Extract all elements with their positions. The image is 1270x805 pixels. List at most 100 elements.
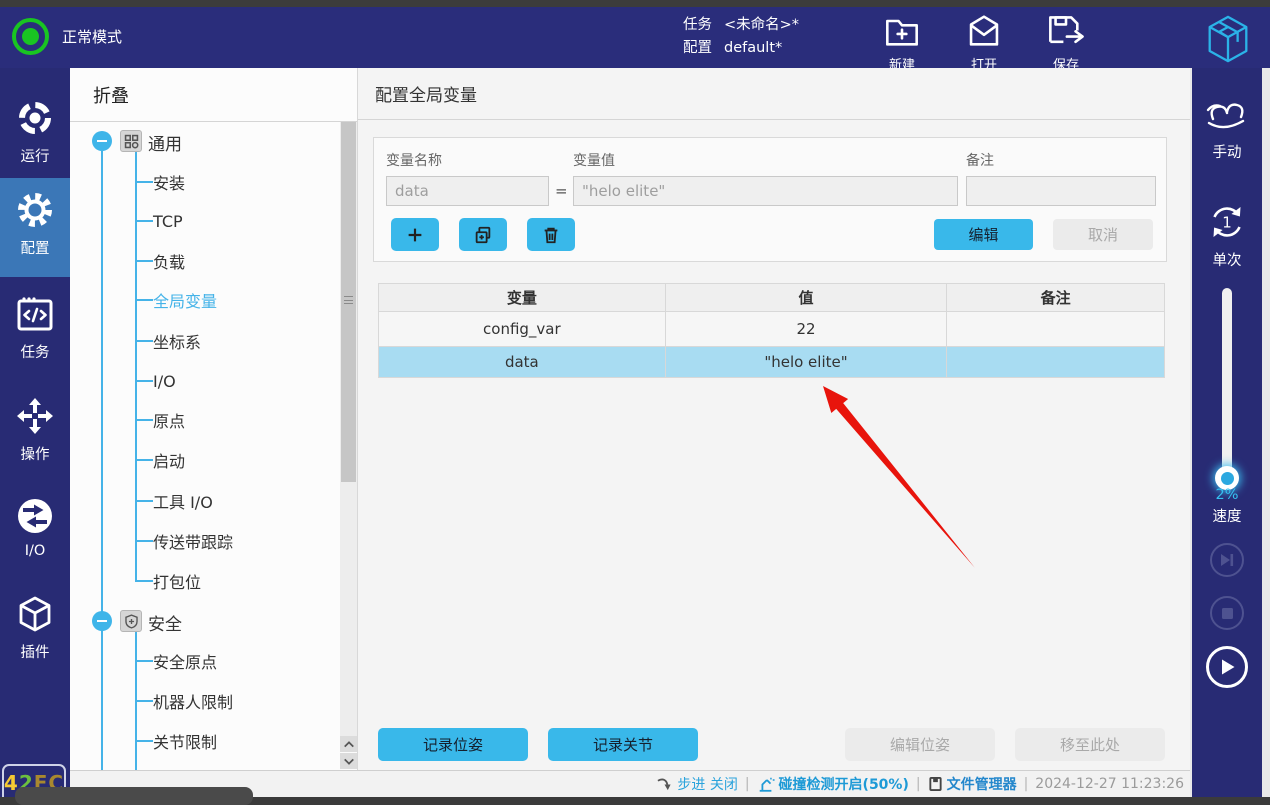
table-row-selected[interactable]: data "helo elite" bbox=[378, 346, 1165, 378]
config-nav-label: 配置 bbox=[20, 241, 50, 257]
tree-item-safe-home[interactable]: 安全原点 bbox=[70, 650, 325, 672]
sidebar-item-plugin[interactable]: 插件 bbox=[0, 594, 70, 662]
add-variable-button[interactable] bbox=[391, 218, 439, 251]
tree-item-label: 坐标系 bbox=[153, 333, 202, 352]
cell-value[interactable]: 22 bbox=[664, 311, 948, 347]
edit-button[interactable]: 编辑 bbox=[934, 219, 1033, 250]
edit-pose-button[interactable]: 编辑位姿 bbox=[845, 728, 995, 761]
name-field-label: 变量名称 bbox=[386, 153, 442, 169]
record-joints-button[interactable]: 记录关节 bbox=[548, 728, 698, 761]
tree-item-label: I/O bbox=[153, 371, 176, 391]
single-run-button[interactable]: 1 单次 bbox=[1192, 202, 1262, 270]
scroll-up-button[interactable] bbox=[340, 736, 357, 752]
stop-button[interactable] bbox=[1210, 596, 1244, 630]
sidebar-item-io[interactable]: I/O bbox=[0, 496, 70, 559]
gear-icon bbox=[15, 190, 55, 234]
table-row[interactable]: config_var 22 bbox=[378, 311, 1165, 347]
equals-sign: = bbox=[555, 182, 568, 200]
collapse-toggle-icon[interactable] bbox=[92, 611, 112, 631]
plus-icon bbox=[408, 228, 422, 241]
new-button[interactable]: 新建 bbox=[874, 13, 930, 73]
single-label: 单次 bbox=[1212, 253, 1242, 269]
variable-name-input[interactable] bbox=[386, 176, 549, 206]
sidebar-item-task[interactable]: 任务 bbox=[0, 296, 70, 362]
general-grid-icon bbox=[120, 130, 142, 152]
manual-label: 手动 bbox=[1212, 145, 1242, 161]
safety-shield-icon bbox=[120, 610, 142, 632]
save-button[interactable]: 保存 bbox=[1038, 13, 1094, 73]
tree-scrollbar-thumb[interactable] bbox=[341, 122, 356, 482]
play-button[interactable] bbox=[1206, 646, 1248, 688]
scroll-down-button[interactable] bbox=[340, 753, 357, 769]
step-mode-icon bbox=[657, 778, 671, 790]
duplicate-variable-button[interactable] bbox=[459, 218, 507, 251]
collapse-header[interactable]: 折叠 bbox=[70, 68, 357, 122]
cell-note[interactable] bbox=[946, 311, 1165, 347]
step-next-button[interactable] bbox=[1210, 543, 1244, 577]
file-manager-status[interactable]: 文件管理器 bbox=[928, 774, 1017, 794]
tree-item-startup[interactable]: 启动 bbox=[70, 449, 325, 471]
tree-item-payload[interactable]: 负载 bbox=[70, 250, 325, 272]
chevron-down-icon bbox=[343, 758, 354, 765]
cell-value[interactable]: "helo elite" bbox=[664, 346, 948, 378]
cell-name[interactable]: data bbox=[378, 346, 666, 378]
tree-item-io[interactable]: I/O bbox=[70, 370, 325, 392]
cell-name[interactable]: config_var bbox=[378, 311, 666, 347]
tree-item-home[interactable]: 原点 bbox=[70, 409, 325, 431]
chevron-up-icon bbox=[343, 740, 354, 747]
variable-value-input[interactable] bbox=[573, 176, 958, 206]
record-pose-button[interactable]: 记录位姿 bbox=[378, 728, 528, 761]
tree-group-safety-label: 安全 bbox=[148, 615, 182, 635]
task-label: 任务 bbox=[683, 17, 712, 33]
step-mode-status[interactable]: 步进 关闭 bbox=[656, 774, 738, 794]
sidebar-item-config[interactable]: 配置 bbox=[0, 190, 70, 258]
plugin-nav-label: 插件 bbox=[20, 645, 50, 661]
tree-item-pallet[interactable]: 打包位 bbox=[70, 570, 325, 592]
speed-slider-track[interactable] bbox=[1222, 288, 1232, 486]
collision-status[interactable]: 碰撞检测开启(50%) bbox=[757, 774, 909, 794]
move-here-button[interactable]: 移至此处 bbox=[1015, 728, 1165, 761]
tree-group-general[interactable]: 通用 bbox=[70, 129, 330, 155]
tree-item-label: 工具 I/O bbox=[153, 493, 213, 512]
tree-item-label: 打包位 bbox=[153, 573, 202, 592]
note-input[interactable] bbox=[966, 176, 1156, 206]
task-config-info: 任务 <未命名>* 配置 default* bbox=[683, 14, 799, 60]
note-field-label: 备注 bbox=[966, 153, 994, 169]
operate-nav-label: 操作 bbox=[20, 447, 50, 463]
tree-item-tool-io[interactable]: 工具 I/O bbox=[70, 490, 325, 512]
mode-label: 正常模式 bbox=[62, 28, 123, 46]
task-value: <未命名>* bbox=[724, 17, 800, 33]
collision-detect-icon bbox=[759, 777, 775, 792]
main-content: 配置全局变量 变量名称 变量值 备注 = 编辑 取消 变量 bbox=[358, 68, 1190, 770]
tree-item-conveyor[interactable]: 传送带跟踪 bbox=[70, 530, 325, 552]
tree-item-label: 安全原点 bbox=[153, 653, 218, 672]
cancel-button[interactable]: 取消 bbox=[1053, 219, 1153, 250]
sidebar-item-operate[interactable]: 操作 bbox=[0, 396, 70, 464]
tree-group-safety[interactable]: 安全 bbox=[70, 609, 330, 635]
tree-group-general-label: 通用 bbox=[148, 135, 182, 155]
tree-item-coordinate[interactable]: 坐标系 bbox=[70, 330, 325, 352]
tree-item-joint-limits[interactable]: 关节限制 bbox=[70, 730, 325, 752]
col-header-note: 备注 bbox=[946, 283, 1165, 312]
app-window: 正常模式 任务 <未命名>* 配置 default* 新建 打开 保存 运行 配… bbox=[0, 0, 1270, 805]
left-sidebar: 运行 配置 任务 操作 I/O 插件 4 2 FC bbox=[0, 68, 70, 797]
collapse-toggle-icon[interactable] bbox=[92, 131, 112, 151]
page-title: 配置全局变量 bbox=[358, 68, 1190, 120]
open-button[interactable]: 打开 bbox=[956, 13, 1012, 73]
right-sidebar: 手动 1 单次 2% 速度 bbox=[1192, 68, 1262, 797]
tree-item-install[interactable]: 安装 bbox=[70, 171, 325, 193]
cell-note[interactable] bbox=[946, 346, 1165, 378]
tree-item-label: 全局变量 bbox=[153, 292, 218, 311]
new-file-icon bbox=[883, 13, 921, 52]
manual-mode-button[interactable]: 手动 bbox=[1192, 96, 1262, 162]
sidebar-item-run[interactable]: 运行 bbox=[0, 98, 70, 166]
tree-item-robot-limits[interactable]: 机器人限制 bbox=[70, 690, 325, 712]
delete-variable-button[interactable] bbox=[527, 218, 575, 251]
save-icon bbox=[1046, 13, 1086, 52]
tree-item-global-variables[interactable]: 全局变量 bbox=[70, 289, 325, 311]
col-header-value: 值 bbox=[664, 283, 948, 312]
io-circle-icon bbox=[15, 496, 55, 540]
tree-item-tcp[interactable]: TCP bbox=[70, 210, 325, 232]
single-cycle-icon: 1 bbox=[1207, 202, 1247, 246]
trash-icon bbox=[544, 227, 558, 243]
